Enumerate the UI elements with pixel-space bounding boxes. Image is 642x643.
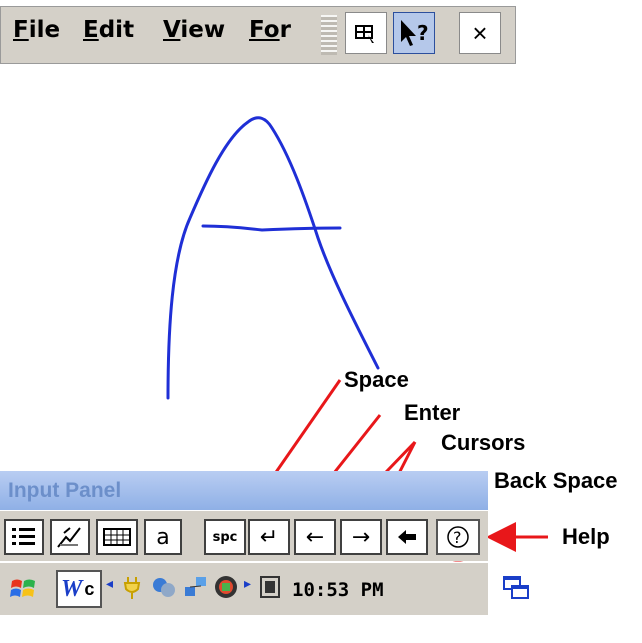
windows-flag-icon bbox=[10, 579, 35, 597]
cursor-right-key[interactable]: → bbox=[340, 519, 382, 555]
word-app-caption: c bbox=[84, 578, 95, 599]
settings-wheel-icon[interactable] bbox=[212, 573, 240, 606]
letter-a-label: a bbox=[156, 524, 170, 550]
callout-enter: Enter bbox=[404, 400, 461, 425]
backspace-arrow-icon bbox=[398, 530, 416, 544]
list-icon bbox=[12, 528, 35, 545]
backspace-key[interactable] bbox=[386, 519, 428, 555]
enter-arrow-icon: ↵ bbox=[259, 524, 279, 550]
clock[interactable]: 10:53 PM bbox=[292, 579, 384, 601]
help-circle-icon: ? bbox=[447, 526, 469, 548]
list-mode-button[interactable] bbox=[4, 519, 44, 555]
taskbar-side bbox=[488, 562, 642, 614]
svg-text:?: ? bbox=[453, 528, 462, 547]
input-panel-toolbar: a spc ↵ ← → ? bbox=[0, 510, 488, 561]
input-panel-tray-icon[interactable] bbox=[258, 573, 282, 606]
taskbar: W c ◂ ▸ 10:53 PM bbox=[0, 562, 488, 615]
handwriting-mode-button[interactable] bbox=[50, 519, 90, 555]
help-key[interactable]: ? bbox=[436, 519, 480, 555]
callout-backspace: Back Space bbox=[494, 468, 618, 493]
input-panel-title: Input Panel bbox=[0, 471, 488, 510]
pen-stroke-icon bbox=[57, 527, 81, 548]
power-plug-icon[interactable] bbox=[120, 573, 148, 606]
keyboard-mode-button[interactable] bbox=[96, 519, 138, 555]
taskbar-word-app-button[interactable]: W c bbox=[56, 570, 102, 608]
right-arrow-icon: → bbox=[351, 524, 371, 550]
left-arrow-icon: ← bbox=[305, 524, 325, 550]
tray-scroll-right-icon[interactable]: ▸ bbox=[244, 575, 251, 592]
start-button[interactable] bbox=[8, 575, 40, 608]
enter-key[interactable]: ↵ bbox=[248, 519, 290, 555]
space-key-label: spc bbox=[212, 529, 238, 545]
callout-cursors: Cursors bbox=[441, 430, 526, 455]
tray-scroll-left-icon[interactable]: ◂ bbox=[106, 575, 113, 592]
network-icon[interactable] bbox=[182, 573, 210, 606]
cascade-windows-icon bbox=[503, 576, 529, 599]
callout-help: Help bbox=[562, 524, 610, 549]
space-key[interactable]: spc bbox=[204, 519, 246, 555]
letter-recognizer-button[interactable]: a bbox=[144, 519, 182, 555]
cursor-left-key[interactable]: ← bbox=[294, 519, 336, 555]
connection-icon[interactable] bbox=[150, 573, 178, 606]
callout-space: Space bbox=[344, 367, 409, 392]
show-desktop-button[interactable] bbox=[502, 574, 530, 607]
word-app-icon: W bbox=[61, 575, 83, 602]
keyboard-icon bbox=[103, 528, 131, 546]
